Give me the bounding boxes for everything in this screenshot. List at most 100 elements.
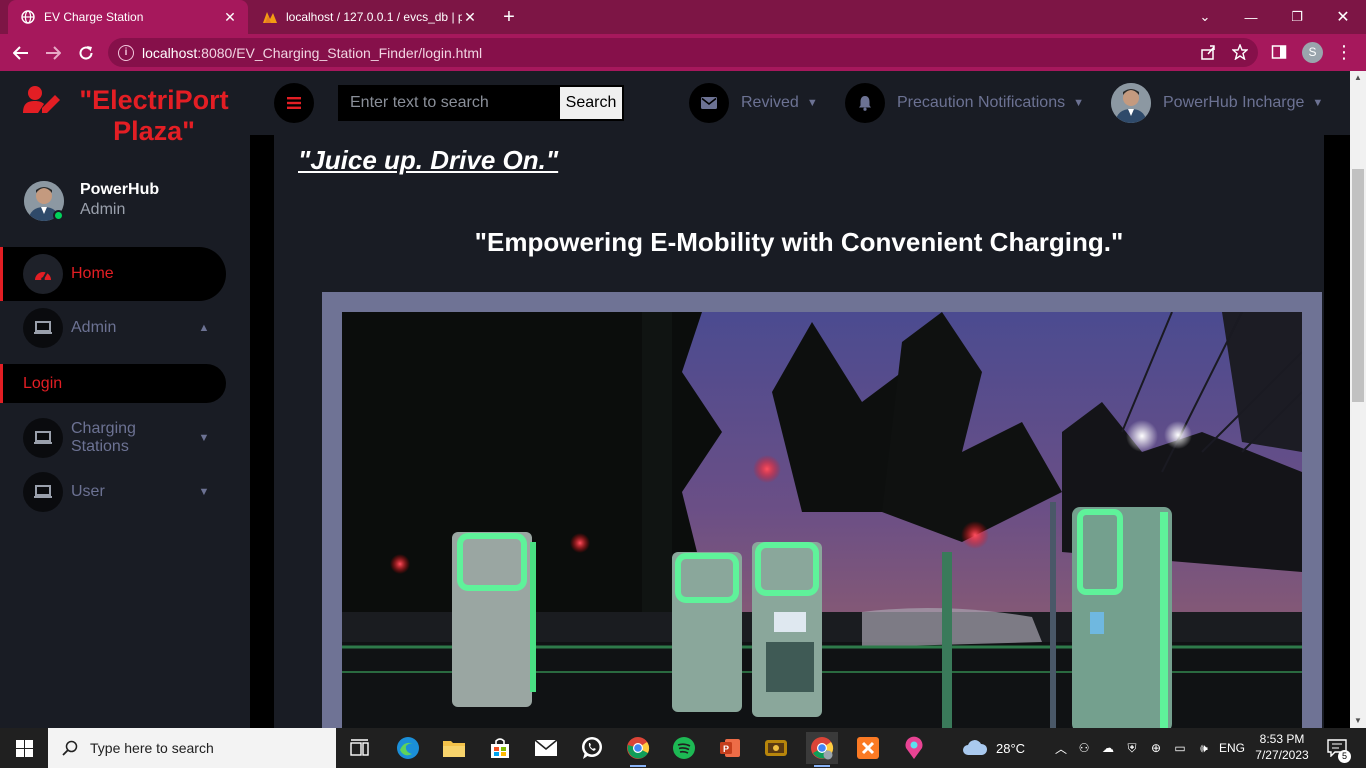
cloud-sync-icon[interactable]: ☁ (1096, 741, 1120, 755)
speedometer-icon (23, 254, 63, 294)
chevron-down-icon: ▼ (1312, 97, 1324, 109)
clock-time: 8:53 PM (1259, 732, 1305, 746)
start-button[interactable] (0, 728, 48, 768)
charger-2 (672, 552, 742, 712)
share-icon[interactable] (1198, 42, 1218, 62)
chevron-down-icon: ▼ (1073, 97, 1084, 109)
new-tab-button[interactable]: + (498, 7, 520, 27)
restore-button[interactable]: ❐ (1274, 0, 1320, 34)
side-panel-icon[interactable] (1269, 42, 1289, 62)
close-tab-icon[interactable]: ✕ (222, 9, 238, 25)
close-window-button[interactable]: ✕ (1320, 0, 1366, 34)
reload-icon (79, 46, 93, 60)
scroll-up-arrow-icon[interactable]: ▲ (1350, 71, 1366, 85)
online-status-dot (53, 210, 64, 221)
taskbar-clock[interactable]: 8:53 PM 7/27/2023 (1252, 731, 1312, 763)
chrome-profile-icon[interactable] (806, 732, 838, 767)
forward-button[interactable] (40, 40, 66, 66)
mail-icon[interactable] (530, 732, 562, 764)
chevron-down-icon: ▼ (198, 486, 210, 498)
edge-icon[interactable] (392, 732, 424, 764)
envelope-icon (689, 83, 729, 123)
hamburger-icon (287, 97, 301, 109)
user-label: PowerHub Incharge (1163, 94, 1305, 111)
address-url: localhost:8080/EV_Charging_Station_Finde… (142, 44, 483, 61)
battery-icon[interactable]: ▭ (1168, 741, 1192, 755)
user-dropdown[interactable]: PowerHub Incharge ▼ (1111, 83, 1323, 123)
messages-dropdown[interactable]: Revived ▼ (689, 83, 818, 123)
tray-app-icon[interactable]: ⚇ (1072, 741, 1096, 755)
sidebar-item-user[interactable]: User ▼ (0, 465, 226, 519)
page-scrollbar[interactable]: ▲ ▼ (1350, 71, 1366, 728)
spotify-icon[interactable] (668, 732, 700, 764)
maps-pin-icon[interactable] (898, 732, 930, 764)
bookmark-star-icon[interactable] (1230, 42, 1250, 62)
tab-phpmyadmin[interactable]: localhost / 127.0.0.1 / evcs_db | p ✕ (250, 0, 488, 34)
game-app-icon[interactable] (760, 732, 792, 764)
task-view-icon[interactable] (344, 732, 376, 764)
chevron-up-icon: ▲ (198, 322, 210, 334)
network-globe-icon[interactable]: ⊕ (1144, 741, 1168, 755)
taskbar-search-box[interactable]: Type here to search (48, 728, 336, 768)
chrome-icon[interactable] (622, 732, 654, 767)
sidebar-item-label: Login (23, 374, 63, 392)
sidebar-item-home[interactable]: Home (0, 247, 226, 301)
weather-widget[interactable]: 28°C (962, 728, 1025, 768)
search-input[interactable] (338, 85, 558, 121)
browser-profile-avatar[interactable]: S (1302, 42, 1323, 63)
whatsapp-icon[interactable] (576, 732, 608, 764)
back-button[interactable] (8, 40, 34, 66)
tab-ev-charge-station[interactable]: EV Charge Station ✕ (8, 0, 248, 34)
scrollbar-thumb[interactable] (1352, 169, 1364, 402)
windows-logo-icon (15, 739, 33, 757)
bell-icon (845, 83, 885, 123)
powerpoint-icon[interactable]: P (714, 732, 746, 764)
charger-4 (1072, 507, 1172, 728)
sidebar-item-admin[interactable]: Admin ▲ (0, 301, 226, 355)
file-explorer-icon[interactable] (438, 732, 470, 764)
notification-center-button[interactable]: 5 (1322, 728, 1352, 768)
profile-role: Admin (80, 201, 126, 218)
address-bar[interactable]: i localhost:8080/EV_Charging_Station_Fin… (108, 38, 1258, 67)
notifications-label: Precaution Notifications (897, 94, 1066, 111)
xampp-icon[interactable] (852, 732, 884, 764)
messages-label: Revived (741, 94, 799, 111)
sidebar: "ElectriPort Plaza" PowerHub Admin Home … (0, 71, 250, 728)
menu-kebab-icon[interactable]: ⋮ (1334, 42, 1354, 62)
hero-image-frame (322, 292, 1322, 728)
tab-search-icon[interactable]: ⌄ (1182, 0, 1228, 34)
sidebar-item-charging-stations[interactable]: Charging Stations ▼ (0, 411, 226, 465)
laptop-icon (23, 308, 63, 348)
sidebar-item-label: Admin (71, 319, 117, 336)
system-tray-icons[interactable]: ︿ ⚇ ☁ ⛨ ⊕ ▭ 🕪 (1050, 728, 1216, 768)
brand-name: "ElectriPort Plaza" (79, 85, 229, 146)
security-icon[interactable]: ⛨ (1120, 741, 1144, 756)
search-button[interactable]: Search (558, 85, 624, 121)
chevron-up-icon[interactable]: ︿ (1050, 740, 1072, 757)
web-page: "ElectriPort Plaza" PowerHub Admin Home … (0, 71, 1366, 728)
minimize-button[interactable]: ― (1228, 0, 1274, 34)
sidebar-item-login[interactable]: Login (0, 364, 226, 403)
browser-toolbar: i localhost:8080/EV_Charging_Station_Fin… (0, 34, 1366, 71)
svg-text:P: P (723, 744, 729, 754)
back-arrow-icon (13, 46, 28, 60)
volume-icon[interactable]: 🕪 (1192, 741, 1216, 756)
language-indicator[interactable]: ENG (1219, 728, 1245, 768)
chevron-down-icon: ▼ (198, 432, 210, 444)
scroll-down-arrow-icon[interactable]: ▼ (1350, 714, 1366, 728)
clock-date: 7/27/2023 (1255, 748, 1309, 762)
sidebar-item-label: Charging Stations (71, 420, 136, 455)
sidebar-item-label: User (71, 483, 105, 500)
sidebar-item-label: Home (71, 265, 114, 282)
site-info-icon[interactable]: i (118, 44, 134, 61)
taskbar-search-placeholder: Type here to search (90, 740, 214, 756)
microsoft-store-icon[interactable] (484, 732, 516, 764)
user-edit-icon (23, 86, 60, 113)
notifications-dropdown[interactable]: Precaution Notifications ▼ (845, 83, 1084, 123)
menu-toggle-button[interactable] (274, 83, 314, 123)
charger-1 (452, 532, 536, 707)
forward-arrow-icon (46, 46, 61, 60)
reload-button[interactable] (73, 40, 99, 66)
close-tab-icon[interactable]: ✕ (462, 9, 478, 25)
top-navbar: Search Revived ▼ Precaution Notification… (250, 71, 1350, 135)
